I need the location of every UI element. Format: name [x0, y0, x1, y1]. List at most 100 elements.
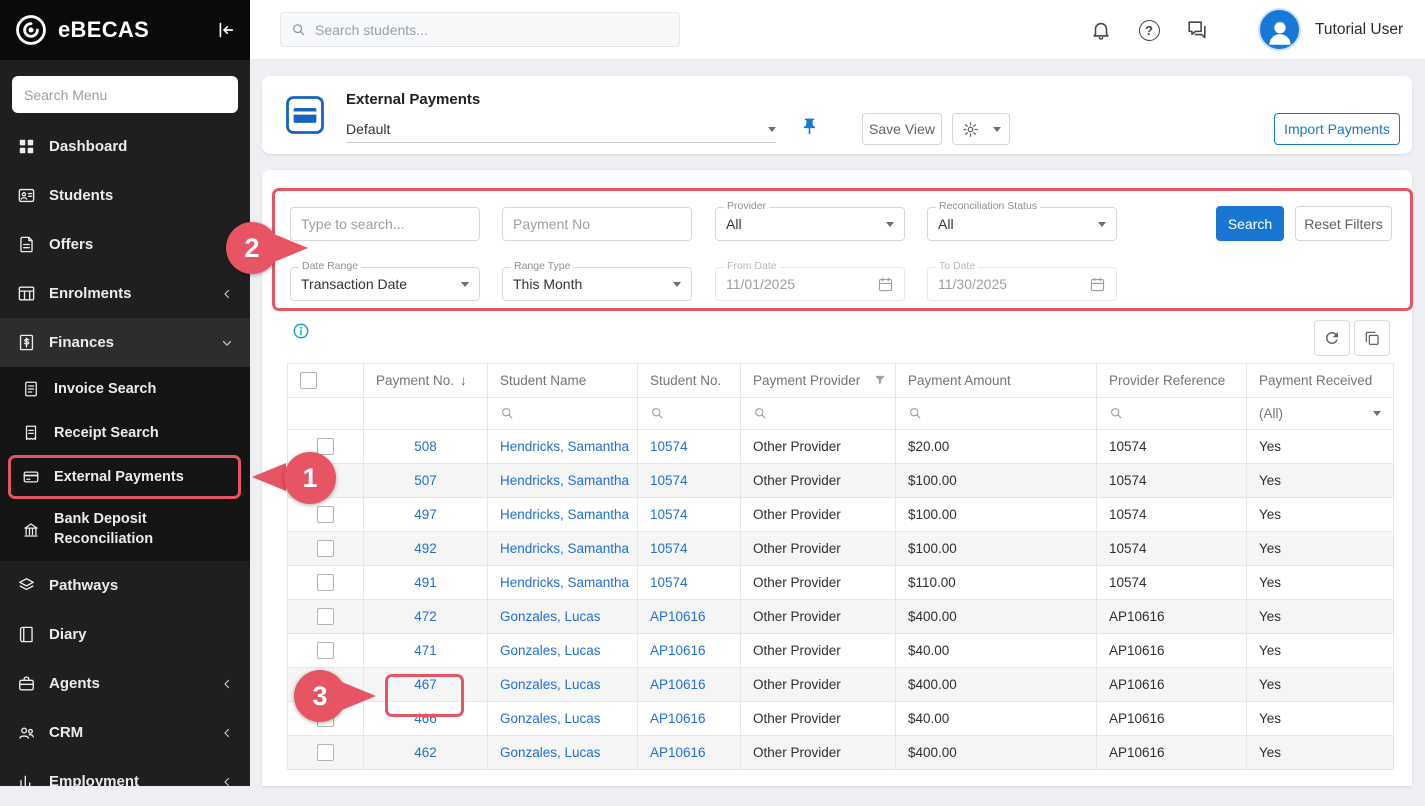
range-type-select[interactable]: Range Type This Month	[502, 267, 692, 301]
student-no-link[interactable]: 10574	[650, 473, 688, 488]
student-name-link[interactable]: Hendricks, Samantha	[500, 473, 629, 488]
sidebar-item-invoice-search[interactable]: Invoice Search	[0, 367, 250, 411]
save-view-button[interactable]: Save View	[862, 113, 942, 145]
info-icon[interactable]	[292, 322, 310, 340]
view-settings-button[interactable]	[952, 113, 1010, 145]
provider-select[interactable]: Provider All	[715, 207, 905, 241]
column-header-student-no[interactable]: Student No.	[638, 364, 741, 398]
row-checkbox[interactable]	[317, 540, 334, 557]
column-header-provider-reference[interactable]: Provider Reference	[1097, 364, 1247, 398]
quick-search-field[interactable]	[290, 207, 480, 241]
filter-cell-student-no[interactable]	[638, 398, 741, 430]
payment-no-link[interactable]: 472	[414, 609, 437, 624]
sidebar-item-enrolments[interactable]: Enrolments	[0, 269, 250, 318]
students-search-field[interactable]	[280, 12, 680, 47]
row-checkbox[interactable]	[317, 710, 334, 727]
row-checkbox[interactable]	[317, 438, 334, 455]
help-icon[interactable]: ?	[1136, 17, 1162, 43]
student-name-link[interactable]: Gonzales, Lucas	[500, 745, 601, 760]
row-checkbox[interactable]	[317, 676, 334, 693]
row-checkbox[interactable]	[317, 744, 334, 761]
sidebar-item-external-payments[interactable]: External Payments	[0, 455, 250, 499]
student-name-link[interactable]: Hendricks, Samantha	[500, 507, 629, 522]
payment-no-link[interactable]: 462	[414, 745, 437, 760]
pin-view-icon[interactable]	[800, 117, 819, 136]
reset-filters-button[interactable]: Reset Filters	[1295, 206, 1392, 241]
sidebar-item-offers[interactable]: Offers	[0, 220, 250, 269]
sidebar-item-employment[interactable]: Employment	[0, 757, 250, 806]
payment-no-link[interactable]: 497	[414, 507, 437, 522]
student-no-link[interactable]: AP10616	[650, 677, 706, 692]
student-name-link[interactable]: Hendricks, Samantha	[500, 541, 629, 556]
chat-icon[interactable]	[1184, 17, 1210, 43]
filter-cell-payment-received[interactable]: (All)	[1247, 398, 1394, 430]
filter-cell-provider-reference[interactable]	[1097, 398, 1247, 430]
calendar-icon[interactable]	[877, 276, 894, 293]
quick-search-input[interactable]	[301, 216, 469, 232]
payment-no-link[interactable]: 466	[414, 711, 437, 726]
filter-cell-payment-amount[interactable]	[896, 398, 1097, 430]
column-header-payment-provider[interactable]: Payment Provider	[741, 364, 896, 398]
student-name-link[interactable]: Hendricks, Samantha	[500, 439, 629, 454]
column-header-payment-no[interactable]: Payment No.↓	[364, 364, 488, 398]
student-no-link[interactable]: 10574	[650, 575, 688, 590]
student-no-link[interactable]: 10574	[650, 439, 688, 454]
row-checkbox[interactable]	[317, 472, 334, 489]
row-checkbox[interactable]	[317, 642, 334, 659]
filter-cell-payment-no[interactable]	[364, 398, 488, 430]
payment-no-link[interactable]: 492	[414, 541, 437, 556]
student-name-link[interactable]: Gonzales, Lucas	[500, 643, 601, 658]
column-header-payment-received[interactable]: Payment Received	[1247, 364, 1394, 398]
sidebar-item-dashboard[interactable]: Dashboard	[0, 122, 250, 171]
payment-no-link[interactable]: 467	[414, 677, 437, 692]
reconciliation-status-select[interactable]: Reconciliation Status All	[927, 207, 1117, 241]
sidebar-item-pathways[interactable]: Pathways	[0, 561, 250, 610]
row-checkbox[interactable]	[317, 506, 334, 523]
payment-no-field[interactable]	[502, 207, 692, 241]
calendar-icon[interactable]	[1089, 276, 1106, 293]
student-name-link[interactable]: Hendricks, Samantha	[500, 575, 629, 590]
payment-no-link[interactable]: 491	[414, 575, 437, 590]
column-header-student-name[interactable]: Student Name	[488, 364, 638, 398]
sidebar-item-students[interactable]: Students	[0, 171, 250, 220]
filter-cell-payment-provider[interactable]	[741, 398, 896, 430]
sidebar-item-agents[interactable]: Agents	[0, 659, 250, 708]
refresh-button[interactable]	[1314, 320, 1350, 356]
column-header-payment-amount[interactable]: Payment Amount	[896, 364, 1097, 398]
search-button[interactable]: Search	[1216, 206, 1284, 241]
student-no-link[interactable]: AP10616	[650, 643, 706, 658]
payment-no-link[interactable]: 471	[414, 643, 437, 658]
user-avatar[interactable]	[1258, 8, 1301, 51]
filter-cell-student-name[interactable]	[488, 398, 638, 430]
payment-no-input[interactable]	[513, 216, 681, 232]
payment-no-link[interactable]: 507	[414, 473, 437, 488]
sidebar-item-bank-deposit-reconciliation[interactable]: Bank Deposit Reconciliation	[0, 499, 250, 561]
student-name-link[interactable]: Gonzales, Lucas	[500, 677, 601, 692]
select-all-checkbox[interactable]	[300, 372, 317, 389]
sidebar-item-diary[interactable]: Diary	[0, 610, 250, 659]
view-select[interactable]: Default	[346, 116, 776, 143]
import-payments-button[interactable]: Import Payments	[1274, 113, 1400, 145]
sidebar-item-receipt-search[interactable]: Receipt Search	[0, 411, 250, 455]
student-no-link[interactable]: AP10616	[650, 745, 706, 760]
student-name-link[interactable]: Gonzales, Lucas	[500, 609, 601, 624]
copy-export-button[interactable]	[1354, 320, 1390, 356]
payment-no-link[interactable]: 508	[414, 439, 437, 454]
date-range-select[interactable]: Date Range Transaction Date	[290, 267, 480, 301]
from-date-field[interactable]: From Date 11/01/2025	[715, 267, 905, 301]
student-name-link[interactable]: Gonzales, Lucas	[500, 711, 601, 726]
to-date-field[interactable]: To Date 11/30/2025	[927, 267, 1117, 301]
students-search-input[interactable]	[315, 22, 669, 38]
student-no-link[interactable]: 10574	[650, 507, 688, 522]
sidebar-item-crm[interactable]: CRM	[0, 708, 250, 757]
row-checkbox[interactable]	[317, 608, 334, 625]
student-no-link[interactable]: AP10616	[650, 609, 706, 624]
student-no-link[interactable]: 10574	[650, 541, 688, 556]
row-checkbox[interactable]	[317, 574, 334, 591]
notifications-bell-icon[interactable]	[1088, 17, 1114, 43]
sidebar-collapse-icon[interactable]	[214, 19, 236, 41]
menu-search-input[interactable]	[12, 76, 238, 113]
student-no-link[interactable]: AP10616	[650, 711, 706, 726]
sidebar-item-finances[interactable]: Finances	[0, 318, 250, 367]
filter-funnel-icon[interactable]	[873, 373, 887, 387]
